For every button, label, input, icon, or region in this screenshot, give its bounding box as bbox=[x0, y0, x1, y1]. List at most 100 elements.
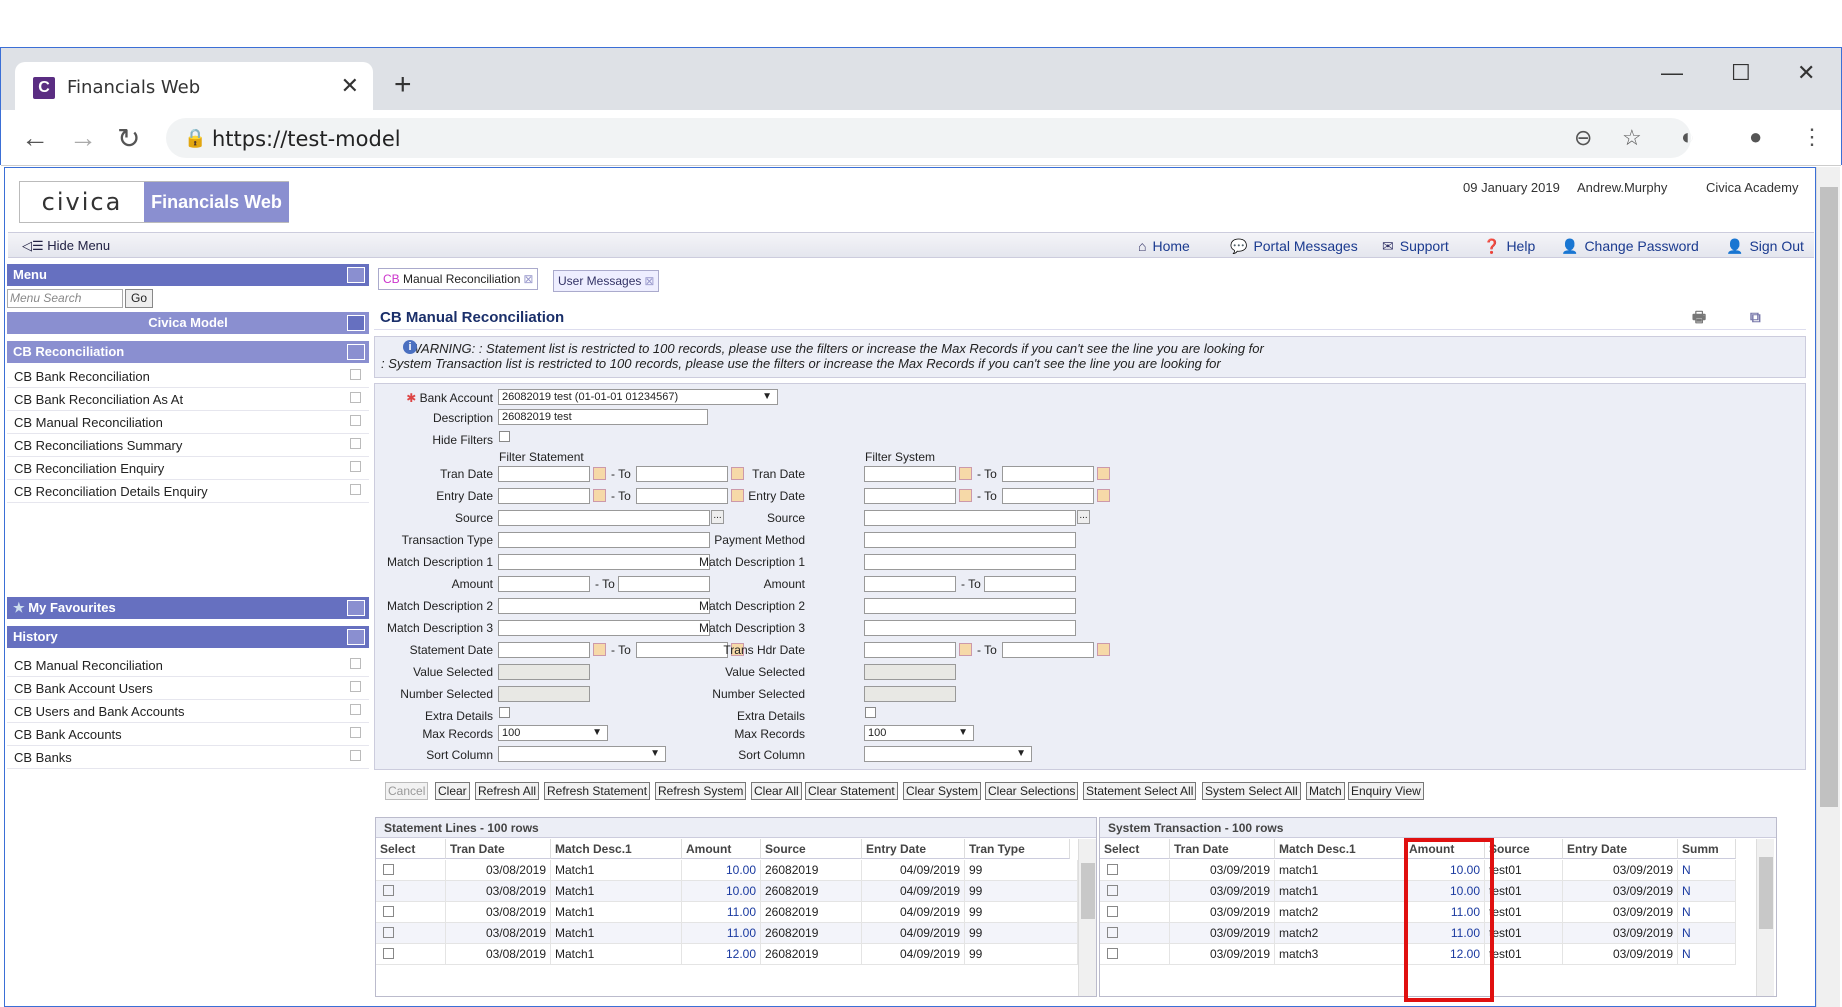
address-bar[interactable]: 🔒 https://test-model ⊖ ☆ bbox=[166, 118, 1691, 158]
refresh-system-button[interactable]: Refresh System bbox=[655, 782, 747, 800]
cancel-button[interactable]: Cancel bbox=[385, 782, 429, 800]
column-header[interactable]: Select bbox=[376, 839, 446, 859]
calendar-icon[interactable] bbox=[1097, 643, 1110, 656]
app-logo[interactable]: civica Financials Web bbox=[19, 181, 289, 223]
trans-hdr-date-from[interactable] bbox=[864, 642, 956, 658]
sys-tran-date-to[interactable] bbox=[1002, 466, 1094, 482]
hide-menu-button[interactable]: ◁☰ Hide Menu bbox=[22, 238, 110, 254]
row-select-checkbox[interactable] bbox=[1107, 906, 1118, 917]
clear-system-button[interactable]: Clear System bbox=[903, 782, 982, 800]
popout-icon[interactable] bbox=[350, 415, 361, 426]
popout-icon[interactable] bbox=[350, 727, 361, 738]
print-icon[interactable]: 🖶 bbox=[1692, 306, 1706, 330]
calendar-icon[interactable] bbox=[959, 489, 972, 502]
help-link[interactable]: ❓ Help bbox=[1483, 238, 1535, 255]
calendar-icon[interactable] bbox=[593, 489, 606, 502]
match-button[interactable]: Match bbox=[1306, 782, 1345, 800]
model-collapse-icon[interactable] bbox=[347, 315, 365, 331]
close-tab-icon[interactable]: ⊠ bbox=[523, 272, 533, 286]
profile-avatar-icon[interactable]: ● bbox=[1749, 124, 1762, 150]
hide-filters-checkbox[interactable] bbox=[499, 431, 510, 442]
popout-icon[interactable] bbox=[350, 461, 361, 472]
row-select-checkbox[interactable] bbox=[383, 885, 394, 896]
popout-icon[interactable] bbox=[350, 658, 361, 669]
popout-icon[interactable] bbox=[350, 704, 361, 715]
system-grid-scrollbar[interactable] bbox=[1756, 839, 1774, 996]
menu-search-input[interactable]: Menu Search bbox=[7, 289, 123, 308]
forward-icon[interactable]: → bbox=[69, 122, 97, 154]
menu-item-cb-manual-reconciliation[interactable]: CB Manual Reconciliation bbox=[7, 412, 369, 434]
sys-amount-to[interactable] bbox=[984, 576, 1076, 592]
calendar-icon[interactable] bbox=[959, 643, 972, 656]
clear-button[interactable]: Clear bbox=[435, 782, 470, 800]
change-password-link[interactable]: 👤 Change Password bbox=[1561, 238, 1699, 255]
bank-account-select[interactable]: 26082019 test (01-01-01 01234567) ▼ bbox=[498, 389, 778, 405]
column-header[interactable]: Summ bbox=[1678, 839, 1736, 859]
back-icon[interactable]: ← bbox=[21, 122, 49, 154]
close-tab-icon[interactable]: ✕ bbox=[341, 73, 359, 99]
description-field[interactable]: 26082019 test bbox=[498, 409, 708, 425]
scroll-thumb[interactable] bbox=[1081, 863, 1095, 919]
portal-messages-link[interactable]: 💬 Portal Messages bbox=[1230, 238, 1358, 255]
menu-collapse-icon[interactable] bbox=[347, 267, 365, 283]
sys-entry-date-from[interactable] bbox=[864, 488, 956, 504]
history-item[interactable]: CB Banks bbox=[7, 747, 369, 769]
history-item[interactable]: CB Users and Bank Accounts bbox=[7, 701, 369, 723]
calendar-icon[interactable] bbox=[593, 467, 606, 480]
menu-item-cb-reconciliations-summary[interactable]: CB Reconciliations Summary bbox=[7, 435, 369, 457]
sys-match-desc-1-field[interactable] bbox=[864, 554, 1076, 570]
sys-max-records-select[interactable]: 100 ▼ bbox=[864, 725, 974, 741]
stmt-max-records-select[interactable]: 100 ▼ bbox=[498, 725, 608, 741]
history-item[interactable]: CB Manual Reconciliation bbox=[7, 655, 369, 677]
calendar-icon[interactable] bbox=[593, 643, 606, 656]
page-scrollbar[interactable] bbox=[1816, 167, 1840, 1007]
extension-icon[interactable]: ◐ bbox=[1681, 124, 1694, 150]
history-header[interactable]: History bbox=[7, 626, 369, 648]
column-header[interactable]: Amount bbox=[682, 839, 761, 859]
stmt-amount-from[interactable] bbox=[498, 576, 590, 592]
history-collapse-icon[interactable] bbox=[347, 629, 365, 645]
clear-all-button[interactable]: Clear All bbox=[751, 782, 802, 800]
enquiry-view-button[interactable]: Enquiry View bbox=[1348, 782, 1424, 800]
stmt-tran-date-from[interactable] bbox=[498, 466, 590, 482]
stmt-extra-details-checkbox[interactable] bbox=[499, 707, 510, 718]
column-header[interactable]: Tran Date bbox=[446, 839, 551, 859]
browser-tab[interactable]: C Financials Web ✕ bbox=[15, 62, 373, 110]
scroll-thumb[interactable] bbox=[1759, 857, 1773, 929]
close-window-icon[interactable]: ✕ bbox=[1797, 60, 1815, 86]
statement-grid-scrollbar[interactable] bbox=[1078, 839, 1096, 996]
row-select-checkbox[interactable] bbox=[383, 927, 394, 938]
new-tab-icon[interactable]: + bbox=[394, 68, 412, 102]
menu-item-cb-reconciliation-details-enquiry[interactable]: CB Reconciliation Details Enquiry bbox=[7, 481, 369, 503]
lookup-icon[interactable]: ... bbox=[1077, 510, 1090, 524]
browser-menu-icon[interactable]: ⋮ bbox=[1801, 124, 1823, 150]
popout-icon[interactable] bbox=[350, 369, 361, 380]
column-header[interactable]: Source bbox=[1485, 839, 1563, 859]
history-item[interactable]: CB Bank Accounts bbox=[7, 724, 369, 746]
sys-amount-from[interactable] bbox=[864, 576, 956, 592]
refresh-all-button[interactable]: Refresh All bbox=[475, 782, 540, 800]
calendar-icon[interactable] bbox=[1097, 489, 1110, 502]
page-scroll-thumb[interactable] bbox=[1820, 187, 1838, 807]
row-select-checkbox[interactable] bbox=[1107, 927, 1118, 938]
clear-statement-button[interactable]: Clear Statement bbox=[805, 782, 898, 800]
row-select-checkbox[interactable] bbox=[383, 864, 394, 875]
window-icon[interactable]: ⧉ bbox=[1750, 306, 1761, 330]
menu-search-go-button[interactable]: Go bbox=[125, 289, 153, 308]
model-header[interactable]: Civica Model bbox=[7, 312, 369, 334]
column-header[interactable]: Tran Date bbox=[1170, 839, 1275, 859]
popout-icon[interactable] bbox=[350, 392, 361, 403]
column-header[interactable]: Select bbox=[1100, 839, 1170, 859]
popout-icon[interactable] bbox=[350, 438, 361, 449]
close-tab-icon[interactable]: ⊠ bbox=[644, 274, 654, 288]
menu-item-cb-reconciliation-enquiry[interactable]: CB Reconciliation Enquiry bbox=[7, 458, 369, 480]
bookmark-star-icon[interactable]: ☆ bbox=[1622, 125, 1642, 151]
row-select-checkbox[interactable] bbox=[383, 906, 394, 917]
section-pin-icon[interactable] bbox=[347, 344, 365, 360]
statement-date-from[interactable] bbox=[498, 642, 590, 658]
sys-sort-column-select[interactable]: ▼ bbox=[864, 746, 1032, 762]
stmt-sort-column-select[interactable]: ▼ bbox=[498, 746, 666, 762]
popout-icon[interactable] bbox=[350, 484, 361, 495]
cb-reconciliation-section[interactable]: CB Reconciliation bbox=[7, 341, 369, 363]
statement-select-all-button[interactable]: Statement Select All bbox=[1083, 782, 1197, 800]
